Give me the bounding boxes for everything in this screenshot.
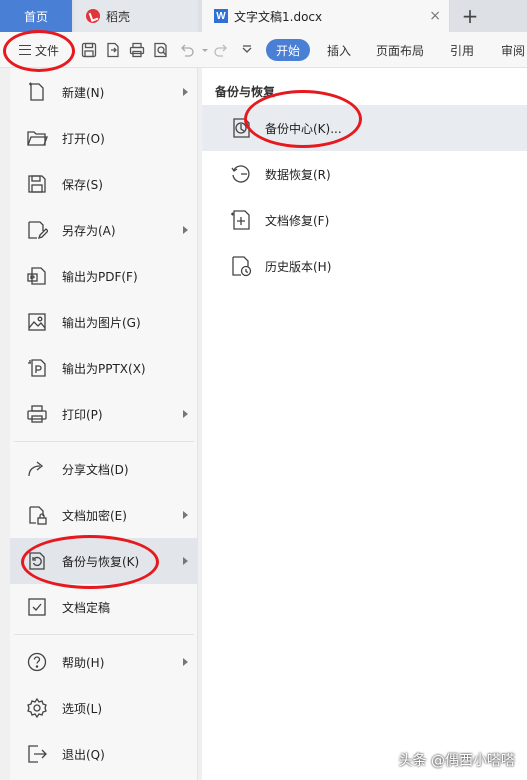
menu-item-label: 打开(O): [62, 131, 105, 146]
menu-item-share[interactable]: 分享文档(D): [10, 446, 198, 492]
print-preview-icon[interactable]: [152, 41, 170, 59]
menu-item-label: 保存(S): [62, 177, 103, 192]
file-menu: 新建(N) 打开(O) 保存(S) 另存为(A) 输出为PDF(F) 输出为图片…: [10, 68, 198, 780]
menu-item-label: 文档加密(E): [62, 508, 127, 523]
ribbon-tab-review[interactable]: 审阅: [501, 39, 525, 61]
ribbon-tab-page-layout[interactable]: 页面布局: [376, 39, 424, 61]
document-repair-item[interactable]: 文档修复(F): [202, 197, 527, 243]
chevron-right-icon: [183, 88, 188, 96]
new-tab-button[interactable]: +: [452, 0, 488, 32]
help-icon: [26, 651, 48, 673]
backup-center-item[interactable]: 备份中心(K)...: [202, 105, 527, 151]
file-menu-label: 文件: [34, 43, 59, 58]
ribbon-tab-references[interactable]: 引用: [450, 39, 474, 61]
menu-item-label: 文档定稿: [62, 600, 111, 615]
undo-icon[interactable]: [178, 41, 196, 59]
ribbon-tab-insert[interactable]: 插入: [327, 39, 351, 61]
menu-item-label: 新建(N): [62, 85, 105, 100]
menu-item-export-image[interactable]: 输出为图片(G): [10, 299, 198, 345]
menu-item-export-pdf[interactable]: 输出为PDF(F): [10, 253, 198, 299]
history-version-item[interactable]: 历史版本(H): [202, 243, 527, 289]
chevron-right-icon: [183, 511, 188, 519]
menu-item-options[interactable]: 选项(L): [10, 685, 198, 731]
chevron-right-icon: [183, 557, 188, 565]
menu-divider: [14, 441, 194, 442]
menu-item-encrypt[interactable]: 文档加密(E): [10, 492, 198, 538]
menu-item-exit[interactable]: 退出(Q): [10, 731, 198, 777]
share-icon: [26, 458, 48, 480]
save-icon[interactable]: [80, 41, 98, 59]
undo-dropdown-icon[interactable]: [196, 41, 208, 59]
menu-item-print[interactable]: 打印(P): [10, 391, 198, 437]
file-menu-button[interactable]: 文件: [10, 38, 68, 62]
panel-title: 备份与恢复: [215, 85, 276, 99]
new-file-icon: [26, 81, 48, 103]
history-version-icon: [229, 254, 253, 278]
menu-item-label: 输出为PDF(F): [62, 269, 138, 284]
menu-item-label: 打印(P): [62, 407, 103, 422]
redo-icon[interactable]: [212, 41, 230, 59]
document-repair-icon: [229, 208, 253, 232]
encrypt-icon: [26, 504, 48, 526]
data-recovery-icon: [229, 162, 253, 186]
customize-icon[interactable]: [238, 41, 256, 59]
plus-icon: +: [461, 4, 479, 28]
hamburger-icon: [18, 45, 31, 55]
submenu-item-label: 文档修复(F): [265, 213, 330, 228]
chevron-right-icon: [183, 226, 188, 234]
pptx-icon: [26, 357, 48, 379]
menu-item-new[interactable]: 新建(N): [10, 69, 198, 115]
menu-item-save[interactable]: 保存(S): [10, 161, 198, 207]
writer-doc-icon: W: [214, 9, 228, 23]
menu-item-help[interactable]: 帮助(H): [10, 639, 198, 685]
print-icon: [26, 403, 48, 425]
export-icon[interactable]: [104, 41, 122, 59]
save-icon: [26, 173, 48, 195]
daoke-logo-icon: [86, 9, 100, 23]
tab-home-label: 首页: [23, 9, 48, 24]
menu-item-label: 另存为(A): [62, 223, 116, 238]
submenu-item-label: 备份中心(K)...: [265, 121, 342, 136]
menu-item-label: 输出为图片(G): [62, 315, 141, 330]
backup-restore-panel: 备份与恢复 备份中心(K)... 数据恢复(R) 文档修复(F) 历史版本(H): [202, 68, 527, 780]
tab-home[interactable]: 首页: [0, 0, 72, 32]
tab-daoke[interactable]: 稻壳: [74, 0, 198, 32]
folder-open-icon: [26, 127, 48, 149]
menu-item-label: 分享文档(D): [62, 462, 129, 477]
tab-daoke-label: 稻壳: [106, 9, 131, 24]
toolbar: 文件 开始 插入 页面布局 引用 审阅: [0, 32, 527, 68]
menu-item-open[interactable]: 打开(O): [10, 115, 198, 161]
pdf-icon: [26, 265, 48, 287]
menu-item-label: 输出为PPTX(X): [62, 361, 146, 376]
menu-item-label: 退出(Q): [62, 747, 105, 762]
save-as-icon: [26, 219, 49, 241]
menu-item-finalize[interactable]: 文档定稿: [10, 584, 198, 630]
tab-document-label: 文字文稿1.docx: [234, 9, 323, 24]
watermark: 头条 @偶西小嗒嗒: [398, 753, 515, 769]
finalize-icon: [26, 596, 48, 618]
backup-center-icon: [229, 116, 253, 140]
print-icon[interactable]: [128, 41, 146, 59]
ribbon-tab-start[interactable]: 开始: [266, 39, 311, 61]
menu-item-export-pptx[interactable]: 输出为PPTX(X): [10, 345, 198, 391]
menu-item-save-as[interactable]: 另存为(A): [10, 207, 198, 253]
backup-restore-icon: [26, 550, 48, 572]
tab-close-icon[interactable]: ×: [429, 9, 441, 23]
submenu-item-label: 历史版本(H): [265, 259, 332, 274]
menu-item-label: 备份与恢复(K): [62, 554, 140, 569]
tab-bar: 首页 稻壳 W 文字文稿1.docx × +: [0, 0, 527, 32]
image-icon: [26, 311, 48, 333]
chevron-right-icon: [183, 410, 188, 418]
menu-item-backup-restore[interactable]: 备份与恢复(K): [10, 538, 198, 584]
data-recovery-item[interactable]: 数据恢复(R): [202, 151, 527, 197]
chevron-right-icon: [183, 658, 188, 666]
settings-icon: [26, 697, 48, 719]
tab-document[interactable]: W 文字文稿1.docx ×: [202, 0, 450, 32]
menu-divider: [14, 634, 194, 635]
menu-item-label: 帮助(H): [62, 655, 105, 670]
submenu-item-label: 数据恢复(R): [265, 167, 331, 182]
exit-icon: [26, 743, 48, 765]
menu-item-label: 选项(L): [62, 701, 103, 716]
